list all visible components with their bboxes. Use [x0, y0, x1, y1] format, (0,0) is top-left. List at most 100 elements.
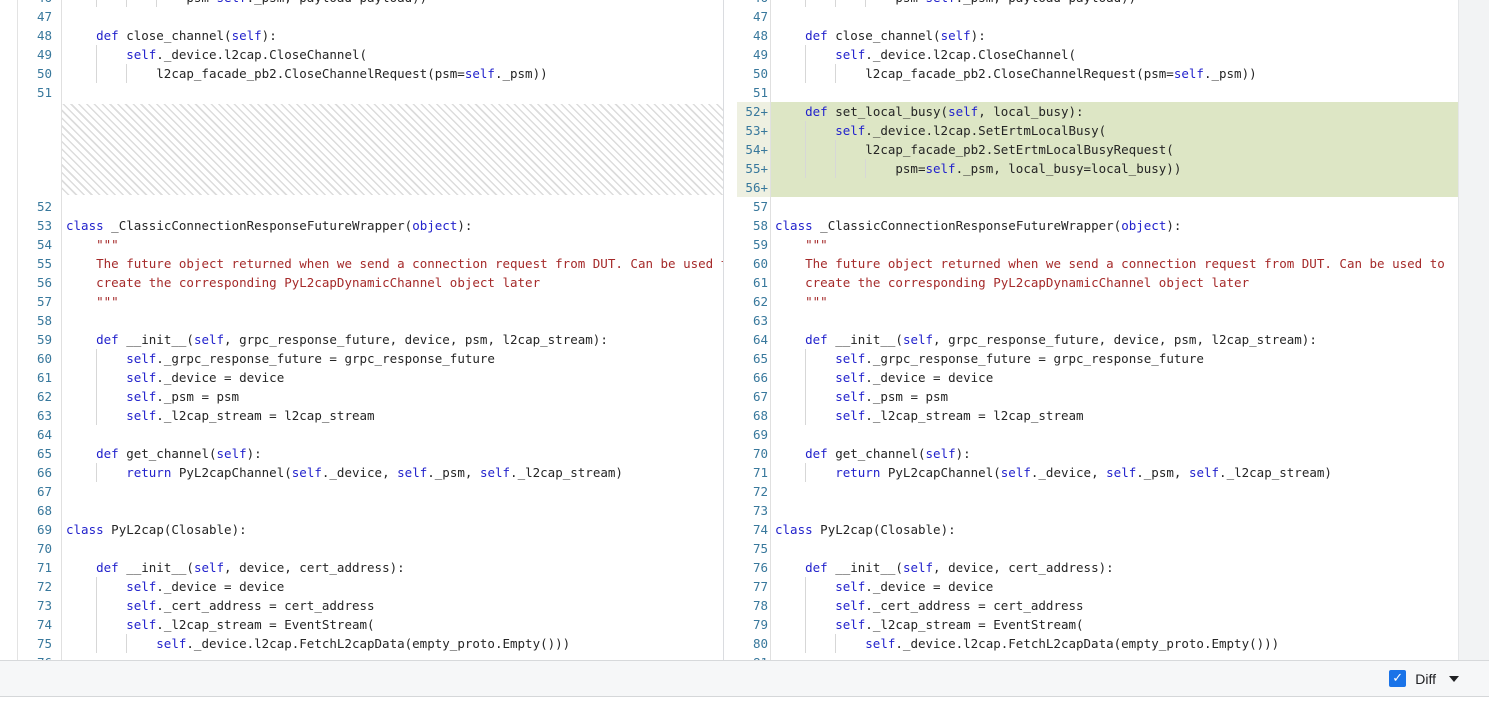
line-number[interactable]: 62	[737, 292, 771, 311]
diff-row: 61 create the corresponding PyL2capDynam…	[737, 273, 1458, 292]
diff-row: 69	[737, 425, 1458, 444]
line-number[interactable]: 73	[18, 596, 62, 615]
diff-row: 78 self._cert_address = cert_address	[737, 596, 1458, 615]
line-number[interactable]: 66	[18, 463, 62, 482]
line-number[interactable]: 70	[737, 444, 771, 463]
line-number[interactable]: 52	[18, 197, 62, 216]
diff-checkbox[interactable]: ✓	[1389, 670, 1406, 687]
diff-row-added: 52+ def set_local_busy(self, local_busy)…	[737, 102, 1458, 121]
diff-row: 67 self._psm = psm	[737, 387, 1458, 406]
line-number[interactable]: 65	[737, 349, 771, 368]
diff-row: 49 self._device.l2cap.CloseChannel(	[737, 45, 1458, 64]
code-text: self._cert_address = cert_address	[771, 596, 1458, 615]
line-number[interactable]: 75	[18, 634, 62, 653]
diff-row: 56 create the corresponding PyL2capDynam…	[0, 273, 723, 292]
line-number[interactable]: 46	[737, 0, 771, 7]
line-number[interactable]: 57	[737, 197, 771, 216]
line-number[interactable]: 50	[18, 64, 62, 83]
line-number[interactable]: 59	[737, 235, 771, 254]
line-number[interactable]: 79	[737, 615, 771, 634]
line-number[interactable]: 56	[18, 273, 62, 292]
line-number[interactable]: 75	[737, 539, 771, 558]
line-number[interactable]: 60	[737, 254, 771, 273]
line-number[interactable]: 80	[737, 634, 771, 653]
line-number[interactable]: 65	[18, 444, 62, 463]
line-number[interactable]: 46	[18, 0, 62, 7]
diff-row: 63 self._l2cap_stream = l2cap_stream	[0, 406, 723, 425]
line-number[interactable]: 71	[737, 463, 771, 482]
code-text	[771, 653, 1458, 660]
line-number[interactable]: 68	[737, 406, 771, 425]
line-number[interactable]: 69	[737, 425, 771, 444]
line-number[interactable]: 48	[737, 26, 771, 45]
line-number[interactable]: 72	[737, 482, 771, 501]
scrollbar-track[interactable]	[1458, 0, 1489, 660]
diff-row: 74 self._l2cap_stream = EventStream(	[0, 615, 723, 634]
line-number[interactable]: 67	[737, 387, 771, 406]
line-number[interactable]: 49	[18, 45, 62, 64]
chevron-down-icon[interactable]	[1449, 676, 1459, 682]
line-number[interactable]: 71	[18, 558, 62, 577]
code-text: def close_channel(self):	[62, 26, 723, 45]
diff-row: 71 return PyL2capChannel(self._device, s…	[737, 463, 1458, 482]
diff-label[interactable]: Diff	[1415, 671, 1436, 687]
line-number[interactable]: 60	[18, 349, 62, 368]
line-number[interactable]: 78	[737, 596, 771, 615]
line-number[interactable]: 61	[737, 273, 771, 292]
code-text	[771, 311, 1458, 330]
line-number[interactable]: 62	[18, 387, 62, 406]
line-number[interactable]: 51	[18, 83, 62, 102]
line-number[interactable]: 51	[737, 83, 771, 102]
line-number[interactable]: 69	[18, 520, 62, 539]
line-number[interactable]: 61	[18, 368, 62, 387]
diff-row: 57	[737, 197, 1458, 216]
code-text: self._l2cap_stream = l2cap_stream	[771, 406, 1458, 425]
marker-strip	[0, 368, 18, 387]
line-number[interactable]: 68	[18, 501, 62, 520]
line-number[interactable]: 58	[737, 216, 771, 235]
line-number[interactable]: 53+	[737, 121, 771, 140]
code-text: psm=self._psm, local_busy=local_busy))	[771, 159, 1458, 178]
line-number[interactable]: 53	[18, 216, 62, 235]
line-number[interactable]: 57	[18, 292, 62, 311]
line-number[interactable]: 56+	[737, 178, 771, 197]
line-number[interactable]: 58	[18, 311, 62, 330]
line-number[interactable]: 63	[737, 311, 771, 330]
diff-row: 65 self._grpc_response_future = grpc_res…	[737, 349, 1458, 368]
line-number[interactable]: 48	[18, 26, 62, 45]
line-number[interactable]: 76	[737, 558, 771, 577]
code-text	[62, 653, 723, 660]
line-number[interactable]: 73	[737, 501, 771, 520]
line-number[interactable]: 55+	[737, 159, 771, 178]
line-number[interactable]: 76	[18, 653, 62, 660]
line-number[interactable]: 74	[737, 520, 771, 539]
code-text: self._grpc_response_future = grpc_respon…	[771, 349, 1458, 368]
line-number[interactable]: 81	[737, 653, 771, 660]
line-number[interactable]: 77	[737, 577, 771, 596]
line-number[interactable]: 49	[737, 45, 771, 64]
code-text: self._device.l2cap.FetchL2capData(empty_…	[771, 634, 1458, 653]
line-number[interactable]: 59	[18, 330, 62, 349]
line-number[interactable]: 67	[18, 482, 62, 501]
line-number[interactable]: 52+	[737, 102, 771, 121]
diff-row: 76	[0, 653, 723, 660]
line-number[interactable]: 47	[737, 7, 771, 26]
diff-row: 73	[737, 501, 1458, 520]
line-number[interactable]: 70	[18, 539, 62, 558]
diff-row: 68 self._l2cap_stream = l2cap_stream	[737, 406, 1458, 425]
line-number[interactable]: 64	[737, 330, 771, 349]
line-number[interactable]: 50	[737, 64, 771, 83]
line-number[interactable]: 72	[18, 577, 62, 596]
code-text: def close_channel(self):	[771, 26, 1458, 45]
line-number[interactable]: 66	[737, 368, 771, 387]
line-number[interactable]: 47	[18, 7, 62, 26]
line-number[interactable]: 54	[18, 235, 62, 254]
line-number[interactable]: 63	[18, 406, 62, 425]
line-number[interactable]: 64	[18, 425, 62, 444]
marker-strip	[0, 444, 18, 463]
code-text: """	[771, 235, 1458, 254]
diff-row: 77 self._device = device	[737, 577, 1458, 596]
line-number[interactable]: 55	[18, 254, 62, 273]
line-number[interactable]: 54+	[737, 140, 771, 159]
line-number[interactable]: 74	[18, 615, 62, 634]
